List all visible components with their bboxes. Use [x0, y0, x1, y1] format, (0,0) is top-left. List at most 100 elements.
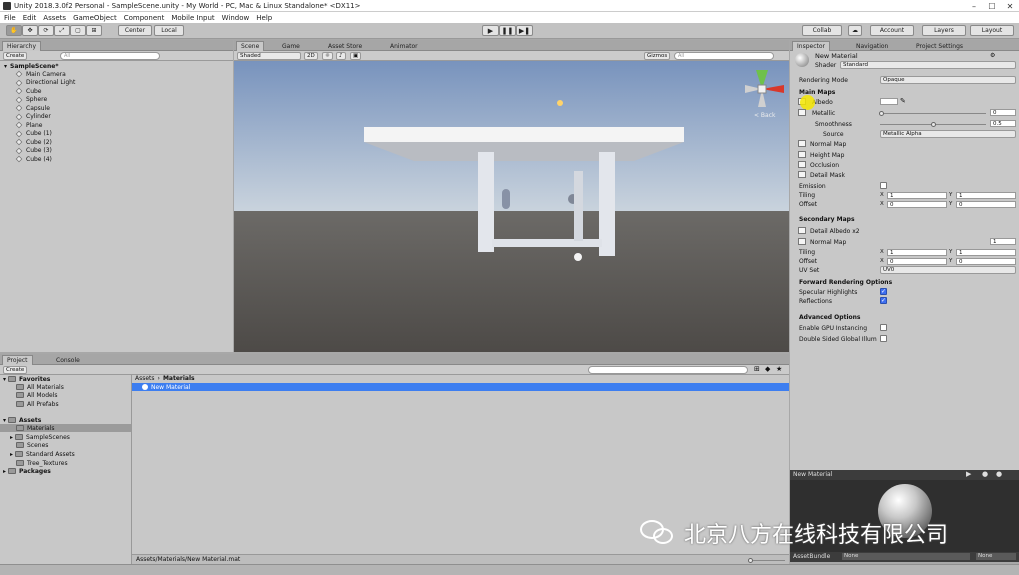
scene-root[interactable]: ▾ SampleScene* — [4, 62, 58, 70]
breadcrumb-materials[interactable]: Materials — [163, 375, 195, 382]
label-filter-icon[interactable]: ◆ — [765, 365, 770, 373]
list-item[interactable]: Main Camera — [15, 70, 66, 78]
tab-console[interactable]: Console — [52, 355, 84, 365]
secondary-normal-value-field[interactable]: 1 — [990, 238, 1016, 245]
metallic-value-field[interactable]: 0 — [990, 109, 1016, 116]
list-item[interactable]: Sphere — [15, 96, 47, 104]
list-item[interactable]: Capsule — [15, 104, 50, 112]
hand-tool-icon[interactable]: ✋ — [6, 25, 22, 36]
pivot-local-button[interactable]: Local — [154, 25, 184, 36]
list-item[interactable]: Directional Light — [15, 79, 75, 87]
step-button[interactable]: ▶❚ — [516, 25, 533, 36]
icon-size-slider-track[interactable] — [750, 560, 785, 561]
metallic-slider-knob[interactable] — [879, 110, 884, 116]
list-item[interactable]: Tree_Textures — [16, 459, 68, 467]
offset-x-field[interactable]: 0 — [887, 201, 947, 208]
tab-navigation[interactable]: Navigation — [852, 41, 892, 51]
list-item[interactable]: Cylinder — [15, 113, 51, 121]
smoothness-value-field[interactable]: 0.5 — [990, 120, 1016, 127]
list-item[interactable]: Plane — [15, 121, 42, 129]
project-search-input[interactable] — [588, 366, 748, 374]
detail-mask-slot[interactable] — [798, 171, 806, 178]
close-icon[interactable]: ✕ — [1001, 0, 1019, 12]
reflections-checkbox[interactable]: ✓ — [880, 297, 887, 304]
triangle-down-icon[interactable]: ▾ — [4, 63, 7, 70]
metallic-texture-slot[interactable] — [798, 109, 806, 116]
lighting-toggle-icon[interactable]: ☼ — [322, 52, 333, 60]
assets-root[interactable]: ▾ Assets — [3, 416, 41, 424]
file-row-selected[interactable]: New Material — [132, 383, 789, 391]
list-item[interactable]: Scenes — [16, 441, 48, 449]
transform-tool-icon[interactable]: ⊞ — [86, 25, 102, 36]
cloud-icon[interactable]: ☁ — [848, 25, 862, 36]
rotate-tool-icon[interactable]: ⟳ — [38, 25, 54, 36]
double-sided-gi-checkbox[interactable] — [880, 335, 887, 342]
height-map-slot[interactable] — [798, 151, 806, 158]
list-item-selected[interactable]: Materials — [0, 424, 131, 432]
uv-set-dropdown[interactable]: UV0 — [880, 266, 1016, 274]
move-tool-icon[interactable]: ✥ — [22, 25, 38, 36]
account-button[interactable]: Account — [870, 25, 914, 36]
menu-file[interactable]: File — [4, 14, 16, 22]
list-item[interactable]: All Materials — [16, 383, 64, 391]
favorites-root[interactable]: ▾ Favorites — [3, 375, 50, 383]
list-item[interactable]: Cube (4) — [15, 155, 52, 163]
tab-scene[interactable]: Scene — [236, 41, 265, 51]
tab-asset-store[interactable]: Asset Store — [324, 41, 366, 51]
list-item[interactable]: ▸ SampleScenes — [10, 433, 70, 441]
emission-checkbox[interactable] — [880, 182, 887, 189]
collab-button[interactable]: Collab — [802, 25, 842, 36]
list-item[interactable]: Cube (2) — [15, 138, 52, 146]
secondary-tiling-x-field[interactable]: 1 — [887, 249, 947, 256]
secondary-offset-y-field[interactable]: 0 — [956, 258, 1016, 265]
tab-inspector[interactable]: Inspector — [792, 41, 830, 51]
pivot-center-button[interactable]: Center — [118, 25, 152, 36]
detail-albedo-slot[interactable] — [798, 227, 806, 234]
list-item[interactable]: Cube (1) — [15, 130, 52, 138]
tiling-y-field[interactable]: 1 — [956, 192, 1016, 199]
gpu-instancing-checkbox[interactable] — [880, 324, 887, 331]
menu-mobile-input[interactable]: Mobile Input — [171, 14, 214, 22]
settings-gear-icon[interactable]: ⚙ — [990, 52, 995, 59]
albedo-color-field[interactable] — [880, 98, 898, 105]
tab-project[interactable]: Project — [2, 355, 33, 365]
layout-button[interactable]: Layout — [970, 25, 1014, 36]
secondary-tiling-y-field[interactable]: 1 — [956, 249, 1016, 256]
scale-tool-icon[interactable]: ⤢ — [54, 25, 70, 36]
tab-game[interactable]: Game — [278, 41, 304, 51]
metallic-slider-track[interactable] — [880, 113, 986, 114]
gizmos-dropdown[interactable]: Gizmos — [644, 52, 671, 60]
scene-search-input[interactable]: All — [674, 52, 774, 60]
tab-animator[interactable]: Animator — [386, 41, 422, 51]
tiling-x-field[interactable]: 1 — [887, 192, 947, 199]
menu-gameobject[interactable]: GameObject — [73, 14, 117, 22]
preview-sphere-icon[interactable]: ● — [996, 470, 1002, 478]
list-item[interactable]: ▸ Standard Assets — [10, 450, 75, 458]
assetbundle-variant-dropdown[interactable]: None — [976, 553, 1016, 560]
hierarchy-search-input[interactable]: All — [60, 52, 160, 60]
secondary-offset-x-field[interactable]: 0 — [887, 258, 947, 265]
preview-play-icon[interactable]: ▶ — [966, 470, 971, 478]
occlusion-slot[interactable] — [798, 161, 806, 168]
source-dropdown[interactable]: Metallic Alpha — [880, 130, 1016, 138]
eyedropper-icon[interactable]: ✎ — [900, 97, 906, 105]
preview-light-icon[interactable]: ● — [982, 470, 988, 478]
breadcrumb-assets[interactable]: Assets — [135, 375, 155, 382]
filter-icon[interactable]: ⊞ — [754, 365, 760, 373]
maximize-icon[interactable]: ☐ — [983, 0, 1001, 12]
layers-button[interactable]: Layers — [922, 25, 966, 36]
list-item[interactable]: All Models — [16, 391, 58, 399]
hierarchy-create-button[interactable]: Create — [3, 52, 28, 60]
icon-size-slider-knob[interactable] — [748, 557, 753, 563]
list-item[interactable]: Cube — [15, 87, 42, 95]
normal-map-slot[interactable] — [798, 140, 806, 147]
tab-hierarchy[interactable]: Hierarchy — [2, 41, 42, 51]
audio-toggle-icon[interactable]: ♪ — [336, 52, 346, 60]
shader-dropdown[interactable]: Standard — [840, 61, 1016, 69]
offset-y-field[interactable]: 0 — [956, 201, 1016, 208]
secondary-normal-map-slot[interactable] — [798, 238, 806, 245]
menu-edit[interactable]: Edit — [23, 14, 37, 22]
2d-toggle-button[interactable]: 2D — [304, 52, 318, 60]
star-icon[interactable]: ★ — [776, 365, 782, 373]
pause-button[interactable]: ❚❚ — [499, 25, 516, 36]
